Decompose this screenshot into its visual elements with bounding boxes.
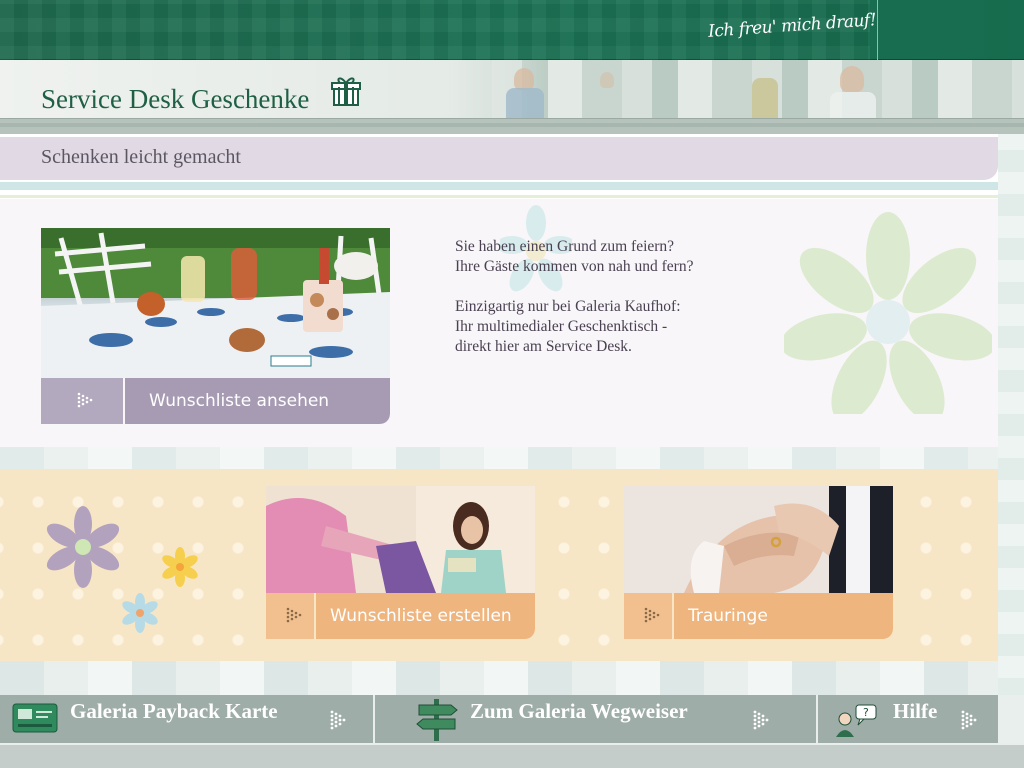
subtitle: Schenken leicht gemacht	[41, 146, 241, 168]
flower-decoration	[46, 506, 120, 588]
wedding-rings-card[interactable]: Trauringe	[624, 486, 893, 639]
flower-decoration	[122, 593, 158, 633]
header-separator	[0, 118, 1024, 134]
stripe	[0, 182, 998, 190]
right-rail	[998, 134, 1024, 744]
view-wishlist-button[interactable]: Wunschliste ansehen	[125, 378, 390, 424]
dotted-arrow-icon	[961, 710, 977, 730]
subtitle-bar: Schenken leicht gemacht	[0, 136, 998, 180]
create-wishlist-button[interactable]: Wunschliste erstellen	[316, 593, 535, 639]
help-person-icon: ?	[836, 704, 877, 737]
stripe	[0, 195, 998, 198]
payback-card-label: Galeria Payback Karte	[70, 699, 278, 723]
card-icon	[12, 703, 58, 733]
dotted-arrow-icon	[330, 710, 346, 730]
banner-divider	[877, 0, 878, 60]
intro-text: Sie haben einen Grund zum feiern? Ihre G…	[455, 237, 775, 377]
rings-photo	[624, 486, 893, 593]
create-wishlist-card[interactable]: Wunschliste erstellen	[266, 486, 535, 639]
flower-decoration	[784, 212, 992, 414]
dotted-arrow-icon	[286, 607, 302, 623]
grid-band	[0, 661, 998, 695]
help-label: Hilfe	[893, 699, 938, 723]
nav-bottom-strip	[0, 743, 1024, 768]
svg-text:?: ?	[863, 706, 869, 719]
header: Service Desk Geschenke	[0, 60, 1024, 118]
dotted-arrow-icon	[644, 607, 660, 623]
payback-card-button[interactable]: Galeria Payback Karte	[0, 695, 375, 743]
flower-decoration	[162, 547, 198, 587]
grid-band	[0, 447, 998, 469]
signpost-icon	[416, 699, 458, 741]
intro-line: Ihre Gäste kommen von nah und fern?	[455, 258, 694, 275]
page-title: Service Desk Geschenke	[41, 84, 310, 114]
bottom-nav: Galeria Payback Karte Zum Galeria Wegwei…	[0, 695, 1024, 768]
help-button[interactable]: ? Hilfe	[818, 695, 998, 743]
header-photo	[452, 60, 1024, 118]
gift-icon	[331, 77, 361, 106]
intro-line: Einzigartig nur bei Galeria Kaufhof:	[455, 298, 681, 315]
directory-button[interactable]: Zum Galeria Wegweiser	[375, 695, 818, 743]
dotted-arrow-icon	[77, 392, 93, 408]
wedding-rings-button[interactable]: Trauringe	[674, 593, 893, 639]
nav-end-cap	[998, 695, 1024, 743]
shopping-photo	[266, 486, 535, 593]
view-wishlist-card[interactable]: Wunschliste ansehen	[41, 228, 390, 424]
dotted-arrow-icon	[753, 710, 769, 730]
table-setting-photo	[41, 228, 390, 378]
intro-line: Ihr multimedialer Geschenktisch -	[455, 318, 668, 335]
directory-label: Zum Galeria Wegweiser	[470, 699, 688, 723]
intro-line: direkt hier am Service Desk.	[455, 338, 632, 355]
top-banner: Ich freu' mich drauf!	[0, 0, 1024, 60]
intro-line: Sie haben einen Grund zum feiern?	[455, 238, 675, 255]
